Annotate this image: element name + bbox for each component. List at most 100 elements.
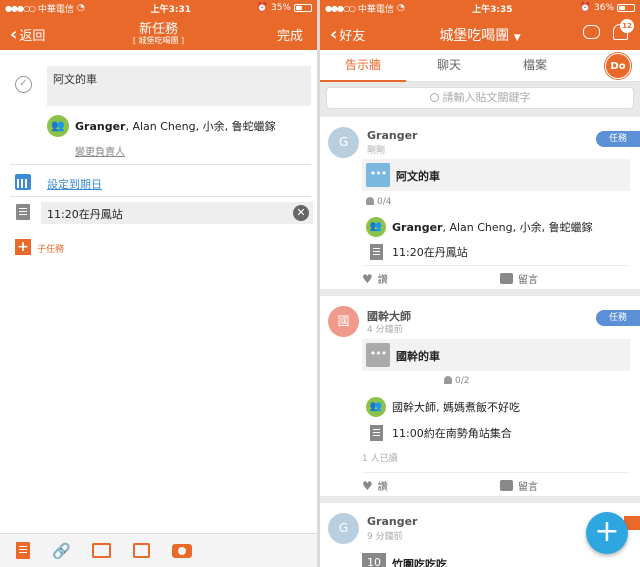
wifi-icon: ◔ [396,3,405,13]
assignee-row: 👥 國幹大師, 媽媽煮飯不好吃 [366,397,520,417]
chat-icon[interactable] [583,25,600,39]
status-bar: ●●●○○ 中華電信 ◔ 上午3:31 ⏰ 35% [0,0,317,16]
note-text: 11:20在丹鳳站 [47,208,123,221]
link-icon[interactable]: 🔗 [52,543,71,559]
comment-label: 留言 [518,275,538,286]
group-subtitle: [ 城堡吃喝團 ] [132,36,185,45]
compose-fab-button[interactable]: + [586,512,628,554]
task-name-field[interactable]: 阿文的車 [47,66,311,106]
assignee-row: 👥 Granger, Alan Cheng, 小余, 鲁蛇蠟鎵 [366,217,593,237]
battery-percent: 36% [593,3,614,13]
like-label: 讚 [377,275,388,286]
assignee-others: , Alan Cheng, 小余, 鲁蛇蠟鎵 [442,221,593,234]
assignee-group-icon: 👥 [47,115,69,137]
set-due-date-link[interactable]: 設定到期日 [47,176,102,192]
task-title: 阿文的車 [396,170,440,183]
done-button[interactable]: 完成 [277,25,303,44]
alarm-icon: ⏰ [579,3,591,13]
navigation-bar: ‹ 返回 新任務 [ 城堡吃喝團 ] 完成 [0,16,317,50]
post-time: 9 分鐘前 [367,532,403,542]
search-icon [429,93,439,102]
navigation-bar: ‹ 好友 城堡吃喝團 ▼ 12 [320,16,640,50]
post-actions: ♥ 讚 留言 [362,472,630,494]
task-thumbnail: 10 [362,553,386,567]
status-time: 上午3:35 [472,4,513,15]
notification-badge: 12 [620,19,634,33]
comment-icon [500,480,513,491]
carrier-label: 中華電信 [357,4,394,15]
camera-icon[interactable] [172,543,192,558]
task-badge: 任務 [596,131,640,147]
task-block[interactable]: ••• 阿文的車 [362,159,630,191]
heart-icon: ♥ [362,478,373,493]
assignee-primary: Granger [392,221,443,234]
post-time: 剛剛 [367,146,386,156]
check-circle-icon[interactable]: ✓ [15,76,32,93]
task-thumbnail: ••• [366,163,390,187]
assignee-group-icon: 👥 [366,397,386,417]
author-avatar[interactable]: G [328,127,359,158]
attachment-toolbar: 🔗 [0,533,317,567]
battery-icon [294,4,312,12]
new-task-screen: ●●●○○ 中華電信 ◔ 上午3:31 ⏰ 35% ‹ 返回 新任務 [ 城堡吃喝團 ]… [0,0,317,567]
divider [10,164,311,165]
task-badge: 任務 [596,310,640,326]
assignee-names: Granger, Alan Cheng, 小余, 鲁蛇蠟鎵 [392,219,593,235]
assignee-others: , Alan Cheng, 小余, 鲁蛇蠟鎵 [125,120,276,133]
wifi-icon: ◔ [76,3,85,13]
battery-percent: 35% [270,3,291,13]
assignee-row: 👥 Granger, Alan Cheng, 小余, 鲁蛇蠟鎵 [47,115,276,137]
upload-icon[interactable] [92,543,111,558]
add-subtask-icon[interactable]: + [15,239,31,255]
search-placeholder: 請輸入貼文關鍵字 [442,91,531,104]
note-text: 11:00約在南勢角站集合 [392,427,512,440]
like-button[interactable]: ♥ 讚 [362,271,388,287]
tab-bar: 告示牆 聊天 檔案 Do [320,50,640,82]
battery-icon [617,4,635,12]
tab-chat[interactable]: 聊天 [406,50,492,82]
divider [10,196,311,197]
note-document-icon [370,244,383,260]
author-name[interactable]: Granger [367,129,417,142]
avatar[interactable]: Do [605,53,631,79]
carrier-label: 中華電信 [37,4,74,15]
tab-files[interactable]: 檔案 [492,50,578,82]
comment-icon [500,273,513,284]
task-block[interactable]: ••• 國幹的車 [362,339,630,371]
like-button[interactable]: ♥ 讚 [362,478,388,494]
author-avatar[interactable]: 國 [328,306,359,337]
tab-wall[interactable]: 告示牆 [320,50,406,82]
group-wall-screen: ●●●○○ 中華電信 ◔ 上午3:35 ⏰ 36% ‹ 好友 城堡吃喝團 ▼ 12 告示… [320,0,640,567]
people-icon [366,197,374,205]
note-field[interactable]: 11:20在丹鳳站 ✕ [41,202,313,224]
task-title: 國幹的車 [396,350,440,363]
people-icon [444,376,452,384]
add-subtask-label[interactable]: 子任務 [37,242,64,255]
post-time: 4 分鐘前 [367,325,403,335]
calendar-icon [15,174,31,190]
status-bar: ●●●○○ 中華電信 ◔ 上午3:35 ⏰ 36% [320,0,640,16]
group-title: 城堡吃喝團 [439,28,510,44]
note-document-icon [370,425,383,441]
comment-button[interactable]: 留言 [500,271,538,286]
signal-icon: ●●●○○ [5,3,36,13]
assignee-names: 國幹大師, 媽媽煮飯不好吃 [392,401,520,414]
comment-button[interactable]: 留言 [500,478,538,493]
post-card: 國 國幹大師 4 分鐘前 任務 ••• 國幹的車 0/2 👥 國幹大師, 媽媽煮… [320,296,640,496]
task-count: 0/4 [366,197,391,207]
change-assignee-link[interactable]: 變更負責人 [75,143,125,158]
like-label: 讚 [377,482,388,493]
note-document-icon [16,204,30,220]
signal-icon: ●●●○○ [325,3,356,13]
chevron-down-icon: ▼ [513,33,521,43]
note-row: 11:20在丹鳳站 [366,244,468,260]
author-avatar[interactable]: G [328,513,359,544]
post-actions: ♥ 讚 留言 [362,265,630,287]
task-count-value: 0/2 [455,376,470,386]
note-text: 11:20在丹鳳站 [392,246,468,259]
document-icon[interactable] [16,542,30,559]
clear-icon[interactable]: ✕ [293,205,309,221]
author-name[interactable]: Granger [367,515,417,528]
image-icon[interactable] [133,543,150,558]
search-input[interactable]: 請輸入貼文關鍵字 [326,87,634,109]
